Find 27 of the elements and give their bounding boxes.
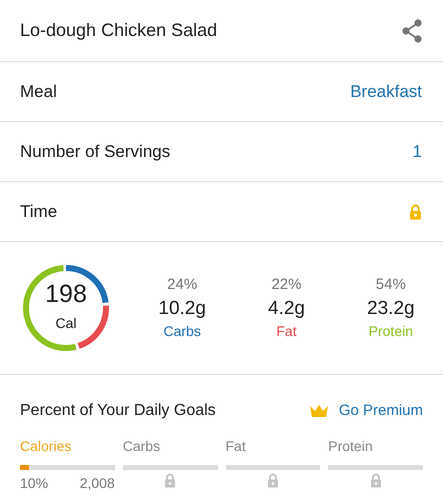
goal-percent: 10% (20, 474, 48, 493)
goal-tab[interactable]: Calories (20, 438, 72, 454)
macro-amount: 10.2g (158, 296, 206, 321)
field-value[interactable]: 1 (412, 138, 422, 164)
macro-amount: 23.2g (367, 296, 415, 321)
calorie-count: 198 (45, 282, 87, 307)
recipe-title: Lo-dough Chicken Salad (20, 19, 218, 42)
goal-tab[interactable]: Protein (328, 438, 373, 454)
goal-tab[interactable]: Fat (226, 438, 246, 454)
macro-name: Protein (368, 322, 413, 341)
calorie-unit: Cal (55, 314, 76, 333)
macro-name: Fat (276, 322, 297, 341)
share-icon[interactable] (401, 18, 423, 42)
goal-total: 2,008 (80, 474, 115, 493)
macro-amount: 4.2g (268, 296, 305, 321)
goal-tab[interactable]: Carbs (122, 438, 160, 454)
section-title: Percent of Your Daily Goals (20, 401, 216, 421)
field-label: Time (20, 200, 58, 223)
field-value[interactable]: Breakfast (350, 78, 422, 104)
crown-icon (308, 404, 329, 418)
macro-percent: 22% (271, 275, 302, 296)
macro-name: Carbs (163, 322, 201, 341)
macro-percent: 54% (376, 275, 406, 296)
macro-percent: 24% (167, 275, 198, 296)
field-label: Meal (20, 80, 57, 103)
field-label: Number of Servings (20, 140, 170, 163)
go-premium-link[interactable]: Go Premium (338, 400, 423, 422)
